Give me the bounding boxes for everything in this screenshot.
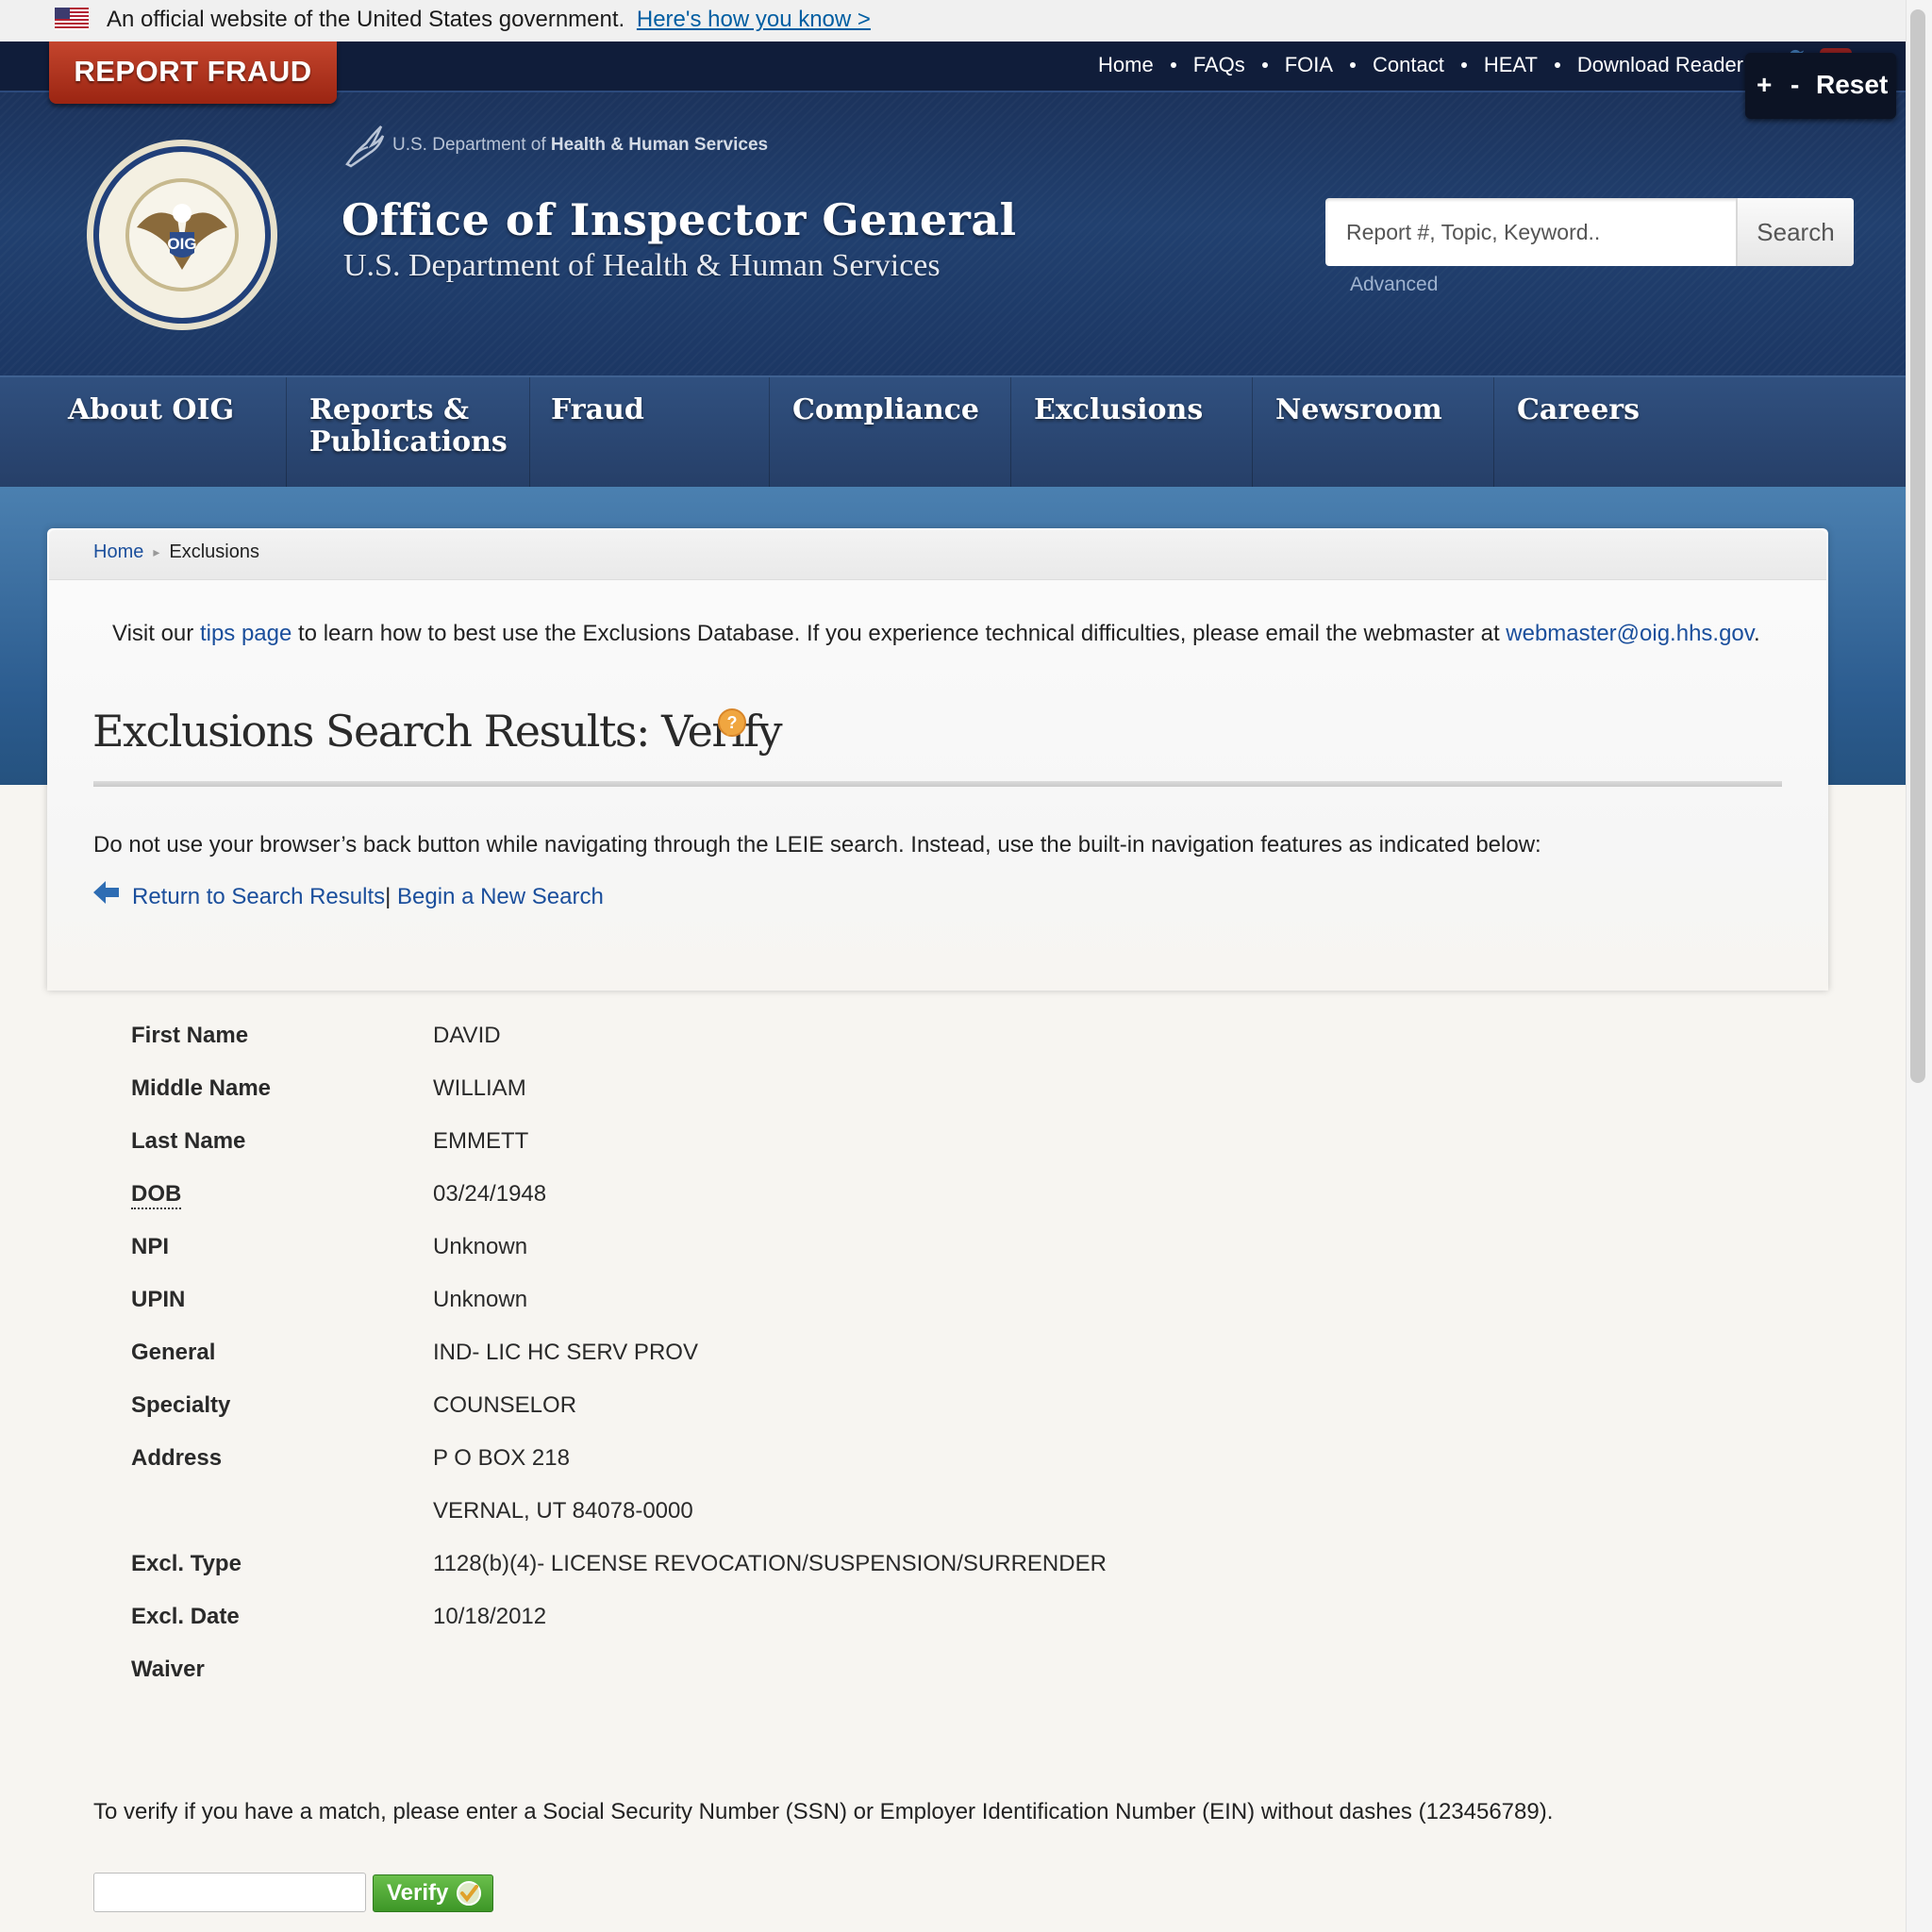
upin-label: UPIN: [131, 1287, 186, 1312]
main-nav: About OIG Reports & Publications Fraud C…: [0, 375, 1906, 489]
content-panel: [47, 528, 1828, 991]
hhs-department-text: U.S. Department of Health & Human Servic…: [392, 135, 768, 156]
utility-nav-faqs[interactable]: FAQs: [1193, 53, 1245, 77]
address-line1-value: P O BOX 218: [433, 1445, 570, 1471]
npi-label: NPI: [131, 1234, 170, 1259]
excl-type-label: Excl. Type: [131, 1551, 242, 1576]
gov-banner-label: An official website of the United States…: [107, 7, 625, 32]
oig-seal-logo[interactable]: OIG: [85, 138, 279, 332]
decrease-text-button[interactable]: -: [1790, 70, 1799, 100]
hhs-prefix: U.S. Department of: [392, 135, 546, 155]
nav-exclusions[interactable]: Exclusions: [1013, 377, 1253, 489]
address-label: Address: [131, 1445, 223, 1471]
utility-nav-download-reader[interactable]: Download Reader: [1577, 53, 1743, 77]
utility-nav-home[interactable]: Home: [1098, 53, 1154, 77]
dob-label: DOB: [131, 1181, 182, 1209]
search-input[interactable]: [1325, 198, 1735, 266]
begin-new-search-link[interactable]: Begin a New Search: [397, 884, 604, 909]
report-fraud-button[interactable]: REPORT FRAUD: [49, 42, 337, 104]
site-search: Search: [1325, 198, 1854, 266]
heres-how-you-know-link[interactable]: Here's how you know >: [637, 7, 871, 32]
breadcrumb-bar: [49, 530, 1826, 580]
specialty-value: COUNSELOR: [433, 1392, 577, 1418]
nav-careers[interactable]: Careers: [1496, 377, 1736, 489]
hhs-name: Health & Human Services: [550, 135, 769, 155]
utility-nav-heat[interactable]: HEAT: [1484, 53, 1538, 77]
checkmark-icon: [457, 1881, 482, 1906]
last-name-value: EMMETT: [433, 1128, 529, 1154]
nav-compliance[interactable]: Compliance: [772, 377, 1011, 489]
nav-about-oig[interactable]: About OIG: [47, 377, 287, 489]
help-icon[interactable]: ?: [717, 708, 749, 740]
nav-fraud[interactable]: Fraud: [530, 377, 770, 489]
tips-message: Visit our tips page to learn how to best…: [112, 621, 1760, 647]
navigation-note: Do not use your browser’s back button wh…: [93, 832, 1541, 858]
tips-text-after: .: [1754, 621, 1760, 646]
nav-reports-publications[interactable]: Reports & Publications: [289, 377, 530, 489]
excl-date-value: 10/18/2012: [433, 1604, 547, 1629]
org-subtitle: U.S. Department of Health & Human Servic…: [343, 248, 941, 283]
utility-nav-contact[interactable]: Contact: [1373, 53, 1444, 77]
general-label: General: [131, 1340, 216, 1365]
last-name-label: Last Name: [131, 1128, 246, 1154]
page-title: Exclusions Search Results: Verify: [92, 706, 783, 757]
utility-nav: Home FAQs FOIA Contact HEAT Download Rea…: [1098, 53, 1743, 77]
utility-nav-foia[interactable]: FOIA: [1285, 53, 1333, 77]
search-navigation-links: Return to Search Results| Begin a New Se…: [132, 884, 604, 910]
address-line2-value: VERNAL, UT 84078-0000: [433, 1498, 693, 1524]
excl-date-label: Excl. Date: [131, 1604, 240, 1629]
back-arrow-icon[interactable]: [93, 881, 120, 904]
return-to-search-results-link[interactable]: Return to Search Results: [132, 884, 385, 909]
breadcrumb-home-link[interactable]: Home: [93, 541, 143, 563]
hhs-eagle-icon: [345, 125, 385, 168]
org-title[interactable]: Office of Inspector General: [341, 194, 1017, 245]
scrollbar-thumb[interactable]: [1910, 9, 1925, 1083]
verify-button-label: Verify: [387, 1880, 449, 1906]
verify-button[interactable]: Verify: [373, 1874, 493, 1912]
breadcrumb-current: Exclusions: [169, 541, 259, 562]
specialty-label: Specialty: [131, 1392, 231, 1418]
tips-text-middle: to learn how to best use the Exclusions …: [291, 621, 1507, 646]
advanced-search-link[interactable]: Advanced: [1350, 274, 1438, 296]
gov-banner-text: An official website of the United States…: [107, 7, 871, 33]
general-value: IND- LIC HC SERV PROV: [433, 1340, 698, 1365]
middle-name-value: WILLIAM: [433, 1075, 526, 1101]
verify-instructions: To verify if you have a match, please en…: [93, 1799, 1554, 1824]
npi-value: Unknown: [433, 1234, 528, 1259]
webmaster-email-link[interactable]: webmaster@oig.hhs.gov: [1506, 621, 1754, 646]
nav-links-separator: |: [385, 884, 391, 909]
reset-text-button[interactable]: Reset: [1816, 70, 1888, 100]
ssn-ein-input[interactable]: [93, 1873, 366, 1912]
seal-center-text: OIG: [167, 235, 196, 253]
title-divider: [93, 781, 1782, 787]
breadcrumb-separator-icon: ▸: [153, 544, 160, 559]
waiver-label: Waiver: [131, 1657, 205, 1682]
us-flag-icon: [55, 8, 89, 30]
dob-value: 03/24/1948: [433, 1181, 547, 1207]
tips-text-before: Visit our: [112, 621, 200, 646]
increase-text-button[interactable]: +: [1757, 70, 1772, 100]
search-button[interactable]: Search: [1736, 198, 1854, 266]
nav-newsroom[interactable]: Newsroom: [1255, 377, 1494, 489]
first-name-label: First Name: [131, 1023, 249, 1048]
excl-type-value: 1128(b)(4)- LICENSE REVOCATION/SUSPENSIO…: [433, 1551, 1107, 1576]
breadcrumb: Home ▸ Exclusions: [93, 541, 259, 563]
upin-value: Unknown: [433, 1287, 528, 1312]
tips-page-link[interactable]: tips page: [200, 621, 291, 646]
first-name-value: DAVID: [433, 1023, 501, 1048]
hhs-line: U.S. Department of Health & Human Servic…: [343, 123, 768, 168]
text-size-controls: + - Reset: [1745, 53, 1896, 119]
svg-text:?: ?: [727, 713, 738, 732]
middle-name-label: Middle Name: [131, 1075, 272, 1101]
